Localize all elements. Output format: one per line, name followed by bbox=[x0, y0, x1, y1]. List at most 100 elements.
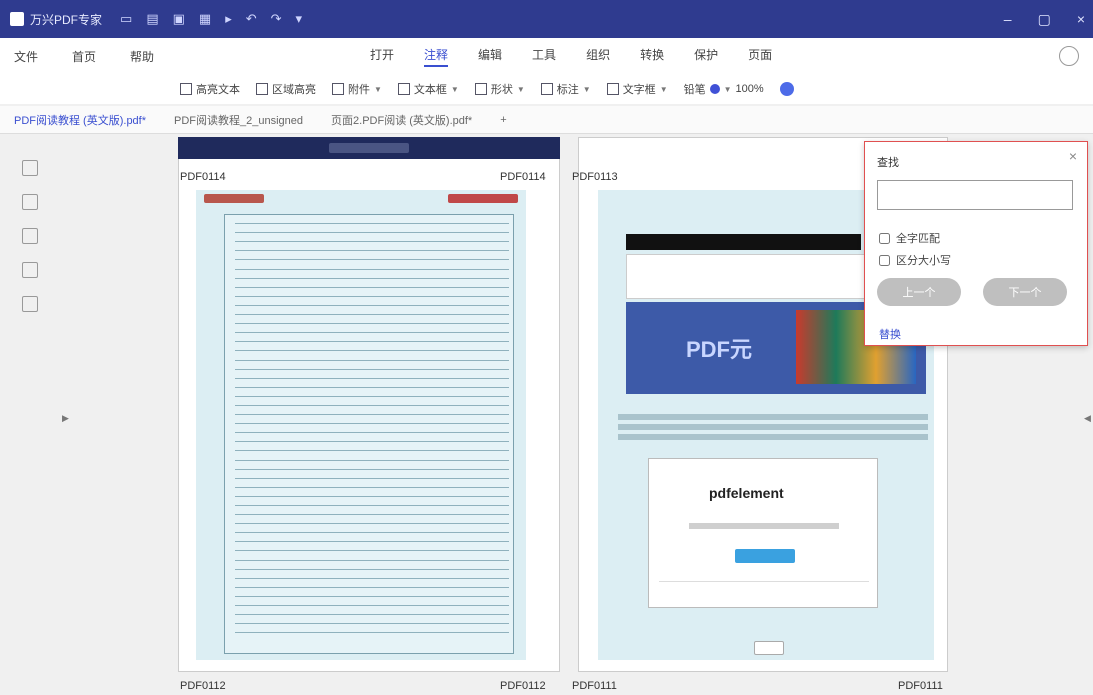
search-panel-icon[interactable] bbox=[22, 296, 38, 312]
undo-icon[interactable]: ↶ bbox=[246, 11, 257, 27]
banner-logo bbox=[329, 143, 409, 153]
page-label: PDF0112 bbox=[180, 680, 226, 692]
app-logo-icon bbox=[10, 12, 24, 26]
attachment-panel-icon[interactable] bbox=[22, 262, 38, 278]
tab-edit[interactable]: 编辑 bbox=[478, 46, 502, 67]
window-controls: – ▢ × bbox=[1004, 0, 1085, 38]
highlight-icon bbox=[180, 83, 192, 95]
toc-line bbox=[235, 497, 509, 506]
match-case-checkbox[interactable] bbox=[879, 254, 890, 266]
collapse-right-arrow-icon[interactable]: ◀ bbox=[1084, 413, 1091, 424]
shape-tool[interactable]: 形状 ▼ bbox=[474, 81, 525, 97]
toc-line bbox=[235, 561, 509, 570]
color-picker-icon[interactable] bbox=[709, 84, 720, 94]
minimize-button[interactable]: – bbox=[1004, 11, 1012, 27]
collapse-left-arrow-icon[interactable]: ▶ bbox=[62, 413, 69, 424]
toc-line bbox=[235, 542, 509, 552]
toc-line bbox=[235, 306, 509, 316]
replace-link[interactable]: 替换 bbox=[879, 326, 901, 342]
toc-line bbox=[235, 570, 509, 579]
bookmark-icon[interactable] bbox=[22, 194, 38, 210]
open-file-icon[interactable]: ▤ bbox=[146, 11, 158, 27]
tab-comment[interactable]: 注释 bbox=[424, 46, 449, 67]
toc-line bbox=[235, 415, 509, 425]
close-button[interactable]: × bbox=[1077, 11, 1085, 27]
comment-toolbar: 高亮文本 区域高亮 附件 ▼ 文本框 ▼ 形状 ▼ 标注 ▼ 文字框 ▼ 铅笔 ▼ 100% bbox=[0, 74, 1093, 104]
customize-icon[interactable]: ▾ bbox=[296, 11, 303, 27]
tool-label: 文本框 bbox=[413, 84, 447, 96]
tool-label: 高亮文本 bbox=[196, 84, 240, 96]
find-dialog: 查找 × 全字匹配 区分大小写 上一个 下一个 替换 bbox=[864, 141, 1088, 346]
callout-tool[interactable]: 标注 ▼ bbox=[540, 81, 591, 97]
toc-line bbox=[235, 324, 509, 334]
toc-body bbox=[224, 214, 514, 654]
page-label: PDF0111 bbox=[572, 680, 617, 692]
pencil-tool[interactable]: 铅笔 ▼ 100% bbox=[684, 81, 764, 97]
text-frame-tool[interactable]: 文字框 ▼ bbox=[606, 81, 668, 97]
tab-open[interactable]: 打开 bbox=[370, 46, 394, 67]
toc-line bbox=[235, 524, 509, 534]
match-case-option[interactable]: 区分大小写 bbox=[879, 252, 951, 268]
tab-page[interactable]: 页面 bbox=[748, 46, 772, 67]
find-next-button[interactable]: 下一个 bbox=[983, 278, 1067, 306]
toc-line bbox=[235, 224, 509, 234]
menu-help[interactable]: 帮助 bbox=[130, 48, 154, 65]
maximize-button[interactable]: ▢ bbox=[1038, 11, 1051, 28]
menu-home[interactable]: 首页 bbox=[72, 48, 96, 65]
page-nav-widget[interactable] bbox=[754, 641, 784, 655]
tool-label: 形状 bbox=[490, 84, 513, 96]
chevron-down-icon: ▼ bbox=[582, 84, 591, 94]
highlight-text-tool[interactable]: 高亮文本 bbox=[180, 81, 240, 97]
redo-icon[interactable]: ↷ bbox=[271, 11, 282, 27]
whole-word-option[interactable]: 全字匹配 bbox=[879, 230, 940, 246]
tab-convert[interactable]: 转换 bbox=[640, 46, 664, 67]
find-prev-button[interactable]: 上一个 bbox=[877, 278, 961, 306]
toc-line bbox=[235, 260, 509, 270]
ad-progress-bar bbox=[689, 523, 839, 529]
page-label: PDF0114 bbox=[180, 171, 226, 183]
page-label: PDF0112 bbox=[500, 680, 546, 692]
menu-file[interactable]: 文件 bbox=[14, 48, 38, 65]
tab-organize[interactable]: 组织 bbox=[586, 46, 610, 67]
toc-line bbox=[235, 342, 509, 352]
tab-tools[interactable]: 工具 bbox=[532, 46, 556, 67]
toc-line bbox=[235, 233, 509, 243]
page-label: PDF0113 bbox=[572, 171, 618, 183]
toc-line bbox=[235, 379, 509, 388]
user-avatar-icon[interactable] bbox=[1059, 46, 1079, 66]
toc-line bbox=[235, 433, 509, 443]
pdfelement-logo: pdfelement bbox=[709, 485, 784, 501]
tab-protect[interactable]: 保护 bbox=[694, 46, 718, 67]
toc-line bbox=[235, 297, 509, 306]
find-close-button[interactable]: × bbox=[1069, 148, 1077, 164]
toc-line bbox=[235, 515, 509, 525]
callout-icon bbox=[540, 83, 553, 95]
ad-app-window: pdfelement bbox=[648, 458, 878, 608]
opacity-value[interactable]: 100% bbox=[736, 83, 764, 95]
find-search-input[interactable] bbox=[877, 180, 1073, 210]
toc-logo bbox=[204, 194, 264, 203]
comment-list-icon[interactable] bbox=[22, 228, 38, 244]
doc-tab-1[interactable]: PDF阅读教程 (英文版).pdf* bbox=[0, 112, 160, 128]
toc-line bbox=[235, 370, 509, 379]
menu-bar: 文件 首页 帮助 打开 注释 编辑 工具 组织 转换 保护 页面 bbox=[0, 38, 1093, 74]
toc-line bbox=[235, 215, 509, 225]
area-highlight-tool[interactable]: 区域高亮 bbox=[256, 81, 316, 97]
ad-window-footer bbox=[659, 581, 869, 595]
new-file-icon[interactable]: ▭ bbox=[120, 11, 132, 27]
app-title: 万兴PDF专家 bbox=[30, 12, 103, 27]
save-icon[interactable]: ▣ bbox=[173, 11, 185, 27]
attachment-tool[interactable]: 附件 ▼ bbox=[332, 81, 382, 97]
help-icon[interactable] bbox=[779, 82, 794, 96]
print-icon[interactable]: ▦ bbox=[199, 11, 211, 27]
page-label: PDF0111 bbox=[898, 680, 943, 692]
thumbnail-icon[interactable] bbox=[22, 160, 38, 176]
doc-tab-2[interactable]: PDF阅读教程_2_unsigned bbox=[160, 112, 317, 128]
tool-label: 铅笔 bbox=[683, 84, 706, 96]
whole-word-checkbox[interactable] bbox=[879, 232, 890, 244]
play-icon[interactable]: ▸ bbox=[225, 11, 232, 27]
textbox-tool[interactable]: 文本框 ▼ bbox=[397, 81, 459, 97]
doc-tab-3[interactable]: 页面2.PDF阅读 (英文版).pdf* bbox=[317, 112, 486, 128]
chevron-down-icon: ▼ bbox=[659, 84, 668, 94]
new-tab-button[interactable]: + bbox=[486, 114, 520, 126]
